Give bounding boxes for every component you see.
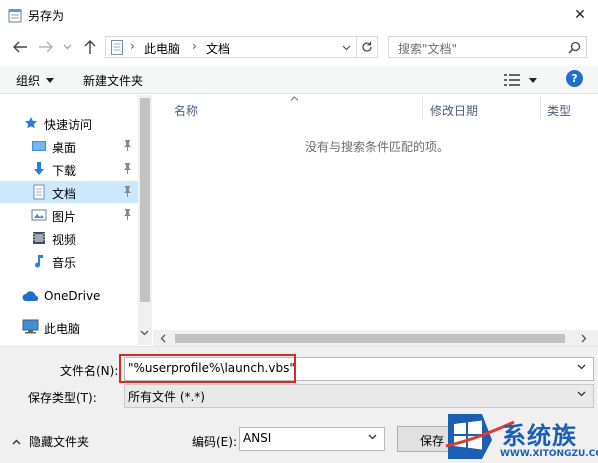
new-folder-button[interactable]: 新建文件夹 bbox=[83, 72, 143, 89]
breadcrumb-separator-icon: › bbox=[130, 39, 135, 53]
window-title: 另存为 bbox=[28, 9, 65, 23]
download-icon bbox=[34, 162, 44, 175]
sidebar-item-documents[interactable]: 文档 bbox=[0, 181, 138, 203]
sidebar-item-label: 桌面 bbox=[52, 141, 77, 155]
encoding-label: 编码(E): bbox=[192, 435, 237, 449]
star-icon bbox=[25, 117, 37, 129]
recent-locations-button[interactable] bbox=[60, 37, 74, 57]
search-input[interactable]: 搜索"文档" bbox=[388, 36, 587, 58]
sidebar-item-label: 视频 bbox=[52, 233, 77, 247]
desktop-icon bbox=[32, 141, 46, 151]
column-header-type[interactable]: 类型 bbox=[547, 102, 571, 119]
filename-label: 文件名(N): bbox=[60, 364, 119, 378]
sidebar-item-label: 图片 bbox=[52, 210, 77, 224]
sidebar-item-quick-access[interactable]: 快速访问 bbox=[0, 112, 138, 134]
search-placeholder: 搜索"文档" bbox=[398, 42, 458, 56]
arrow-left-icon bbox=[13, 41, 27, 53]
sidebar-scrollbar-thumb[interactable] bbox=[140, 98, 150, 302]
computer-icon bbox=[22, 319, 39, 334]
breadcrumb-separator-icon: › bbox=[192, 39, 197, 53]
chevron-down-icon bbox=[63, 44, 71, 50]
sidebar-item-onedrive[interactable]: OneDrive bbox=[0, 285, 138, 307]
sort-ascending-icon bbox=[290, 96, 299, 101]
help-button[interactable]: ? bbox=[566, 70, 583, 87]
watermark-logo: 系统族 WWW.XITONGZU.COM bbox=[444, 410, 598, 463]
empty-results-message: 没有与搜索条件匹配的项。 bbox=[305, 140, 450, 154]
pin-icon bbox=[124, 163, 131, 174]
file-list[interactable] bbox=[153, 95, 598, 345]
hide-folders-label: 隐藏文件夹 bbox=[29, 435, 90, 449]
change-view-button[interactable] bbox=[504, 70, 544, 90]
pictures-icon bbox=[31, 209, 47, 221]
chevron-down-icon[interactable] bbox=[577, 391, 586, 397]
arrow-right-icon bbox=[39, 41, 53, 53]
column-divider bbox=[422, 96, 423, 120]
watermark-brand-text: 系统族 bbox=[502, 422, 577, 450]
cloud-icon bbox=[22, 291, 39, 301]
filetype-value[interactable]: 所有文件 (*.*) bbox=[128, 388, 205, 405]
sidebar-item-label: 此电脑 bbox=[44, 322, 81, 336]
sidebar-item-label: OneDrive bbox=[44, 289, 101, 303]
watermark-url-text: WWW.XITONGZU.COM bbox=[500, 449, 598, 459]
search-icon bbox=[568, 41, 581, 54]
encoding-value[interactable]: ANSI bbox=[243, 431, 271, 445]
chevron-left-icon[interactable] bbox=[160, 334, 166, 343]
chevron-up-icon bbox=[12, 439, 21, 444]
sidebar-item-pictures[interactable]: 图片 bbox=[0, 204, 138, 226]
navigation-pane: 快速访问 桌面 下载 文档 图片 视频 音乐 OneDrive 此电脑 bbox=[0, 95, 152, 345]
hide-folders-toggle[interactable]: 隐藏文件夹 bbox=[12, 433, 89, 450]
caret-down-icon bbox=[529, 77, 537, 83]
details-view-icon bbox=[504, 74, 520, 86]
filetype-label: 保存类型(T): bbox=[28, 391, 97, 405]
address-bar[interactable]: › 此电脑 › 文档 bbox=[105, 36, 357, 58]
arrow-up-icon bbox=[84, 40, 96, 54]
column-divider bbox=[540, 96, 541, 120]
sidebar-item-label: 快速访问 bbox=[44, 118, 93, 132]
documents-icon bbox=[33, 184, 45, 200]
chevron-down-icon[interactable] bbox=[140, 330, 149, 336]
pin-icon bbox=[124, 186, 131, 197]
refresh-button[interactable] bbox=[356, 36, 378, 58]
back-button[interactable] bbox=[10, 37, 30, 57]
pin-icon bbox=[124, 140, 131, 151]
sidebar-item-downloads[interactable]: 下载 bbox=[0, 158, 138, 180]
chevron-down-icon[interactable] bbox=[368, 434, 377, 440]
pin-icon bbox=[124, 209, 131, 220]
horizontal-scrollbar-thumb[interactable] bbox=[175, 334, 565, 343]
sidebar-item-videos[interactable]: 视频 bbox=[0, 227, 138, 249]
sidebar-item-music[interactable]: 音乐 bbox=[0, 250, 138, 272]
annotation-highlight-box bbox=[119, 354, 296, 383]
chevron-right-icon[interactable] bbox=[581, 334, 587, 343]
forward-button[interactable] bbox=[36, 37, 56, 57]
refresh-icon bbox=[361, 41, 372, 52]
breadcrumb-this-pc[interactable]: 此电脑 bbox=[144, 40, 180, 57]
documents-icon bbox=[111, 40, 123, 55]
column-header-date-modified[interactable]: 修改日期 bbox=[430, 102, 478, 119]
sidebar-item-label: 音乐 bbox=[52, 256, 77, 270]
sidebar-item-label: 下载 bbox=[52, 164, 77, 178]
sidebar-item-desktop[interactable]: 桌面 bbox=[0, 135, 138, 157]
caret-down-icon bbox=[46, 78, 55, 83]
chevron-down-icon[interactable] bbox=[342, 45, 351, 51]
column-header-name[interactable]: 名称 bbox=[174, 102, 198, 119]
video-icon bbox=[33, 232, 45, 244]
organize-button[interactable]: 组织 bbox=[16, 72, 55, 89]
chevron-down-icon[interactable] bbox=[577, 364, 586, 370]
organize-label: 组织 bbox=[16, 74, 41, 88]
up-button[interactable] bbox=[80, 37, 100, 57]
breadcrumb-documents[interactable]: 文档 bbox=[206, 40, 230, 57]
close-icon: ✕ bbox=[574, 7, 586, 23]
title-bar bbox=[0, 0, 598, 30]
sidebar-item-this-pc[interactable]: 此电脑 bbox=[0, 316, 138, 338]
sidebar-item-label: 文档 bbox=[52, 187, 77, 201]
music-icon bbox=[35, 255, 43, 268]
notepad-icon bbox=[8, 8, 22, 23]
close-button[interactable]: ✕ bbox=[566, 2, 594, 28]
